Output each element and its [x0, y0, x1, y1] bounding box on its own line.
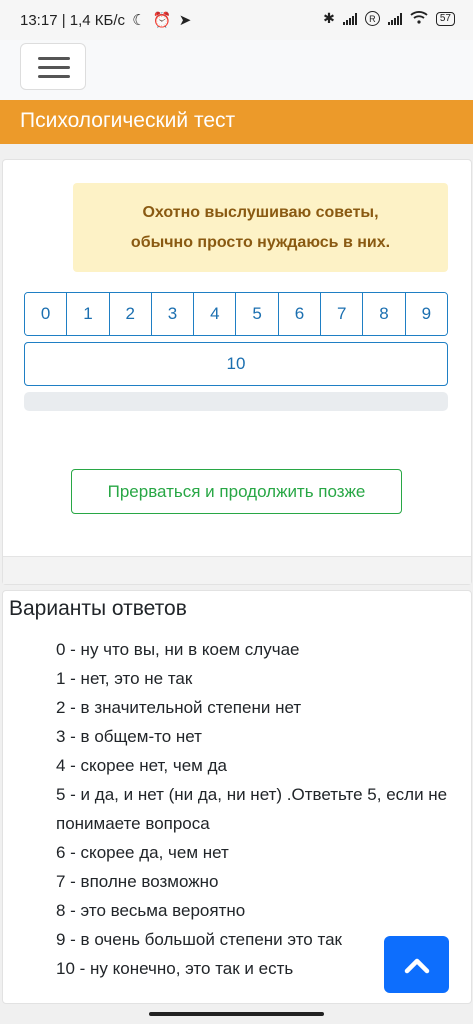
- answers-list: 0 - ну что вы, ни в коем случае 1 - нет,…: [56, 635, 471, 983]
- list-item: 4 - скорее нет, чем да: [56, 756, 227, 775]
- status-bar: 13:17 | 1,4 КБ/с ☾ ⏰ ➤ ✱ R 57: [0, 0, 473, 40]
- status-left: 13:17 | 1,4 КБ/с ☾ ⏰ ➤: [20, 11, 191, 29]
- hamburger-icon: [38, 57, 70, 60]
- status-time-speed: 13:17 | 1,4 КБ/с: [20, 12, 126, 29]
- list-item: 8 - это весьма вероятно: [56, 901, 246, 920]
- alarm-icon: ⏰: [152, 12, 172, 29]
- list-item: 2 - в значительной степени нет: [56, 698, 302, 717]
- answer-option-7[interactable]: 7: [320, 293, 363, 335]
- title-bar: Психологический тест: [0, 100, 473, 144]
- list-item: 6 - скорее да, чем нет: [56, 843, 229, 862]
- answer-option-2[interactable]: 2: [108, 293, 151, 335]
- answer-option-8[interactable]: 8: [362, 293, 405, 335]
- signal-icon-2: [387, 12, 402, 25]
- signal-icon: [342, 12, 357, 25]
- status-right: ✱ R 57: [323, 10, 455, 27]
- roaming-icon: R: [364, 11, 380, 26]
- hamburger-icon-line: [38, 75, 70, 78]
- answer-scale: 0 1 2 3 4 5 6 7 8 9: [24, 292, 448, 336]
- answer-option-1[interactable]: 1: [66, 293, 109, 335]
- answer-option-6[interactable]: 6: [277, 293, 321, 335]
- answer-option-0[interactable]: 0: [25, 293, 67, 335]
- scroll-to-top-button[interactable]: [384, 936, 449, 993]
- answer-option-4[interactable]: 4: [193, 293, 236, 335]
- bluetooth-icon: ✱: [323, 10, 335, 26]
- list-item: 1 - нет, это не так: [56, 669, 193, 688]
- question-line-2: обычно просто нуждаюсь в них.: [130, 234, 391, 251]
- pause-continue-later-button[interactable]: Прерваться и продолжить позже: [71, 469, 402, 514]
- question-line-1: Охотно выслушиваю советы,: [142, 204, 379, 221]
- menu-button[interactable]: [20, 43, 86, 90]
- chevron-up-icon: [404, 958, 429, 973]
- answer-option-9[interactable]: 9: [404, 293, 447, 335]
- telegram-icon: ➤: [178, 12, 192, 29]
- battery-icon: 57: [435, 11, 455, 26]
- page-title: Психологический тест: [20, 109, 236, 132]
- answer-option-10[interactable]: 10: [24, 342, 448, 386]
- answer-option-5[interactable]: 5: [235, 293, 278, 335]
- question-text: Охотно выслушиваю советы, обычно просто …: [73, 183, 448, 272]
- progress-bar: [24, 392, 448, 411]
- wifi-icon: [410, 10, 428, 27]
- answers-heading: Варианты ответов: [9, 597, 187, 620]
- answer-option-3[interactable]: 3: [150, 293, 194, 335]
- list-item: 5 - и да, и нет (ни да, ни нет) .Ответьт…: [56, 785, 448, 833]
- dnd-moon-icon: ☾: [132, 12, 146, 29]
- list-item: 7 - вполне возможно: [56, 872, 219, 891]
- list-item: 0 - ну что вы, ни в коем случае: [56, 640, 300, 659]
- question-card-footer: [3, 556, 471, 584]
- home-indicator: [149, 1012, 324, 1016]
- list-item: 3 - в общем-то нет: [56, 727, 202, 746]
- navbar: [0, 40, 473, 100]
- hamburger-icon-line: [38, 66, 70, 69]
